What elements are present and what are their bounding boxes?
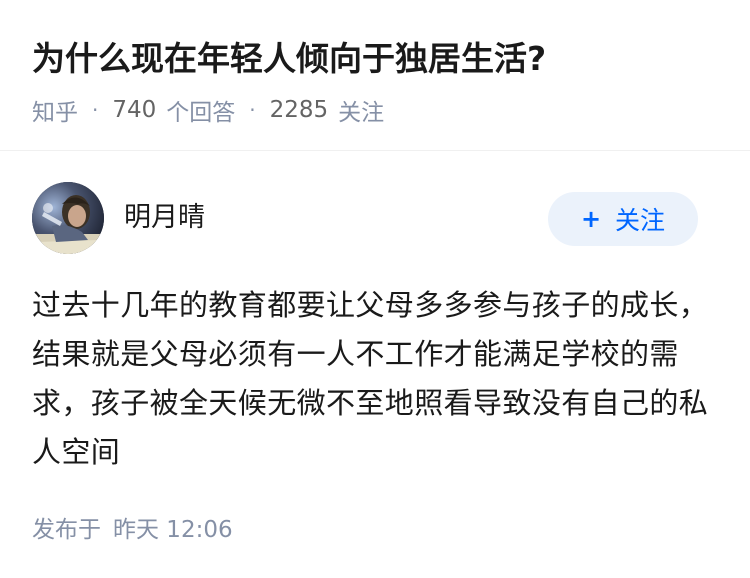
published-label: 发布于 [32,517,101,543]
answer-author-bar: 明月晴 + 关注 [0,180,750,260]
question-header: 为什么现在年轻人倾向于独居生活? 知乎 · 740 个回答 · 2285 关注 [0,0,750,151]
answer-count: 740 [112,97,157,123]
author-name[interactable]: 明月晴 [124,200,205,236]
dot-separator-icon: · [92,98,99,122]
avatar[interactable] [32,182,104,254]
plus-icon: + [580,205,602,233]
avatar-image [32,182,104,254]
question-title[interactable]: 为什么现在年轻人倾向于独居生活? [32,36,546,82]
question-meta: 知乎 · 740 个回答 · 2285 关注 [32,94,384,126]
answer-footer: 发布于 昨天 12:06 [32,510,233,544]
published-time: 昨天 12:06 [113,517,233,543]
answer-content[interactable]: 过去十几年的教育都要让父母多多参与孩子的成长，结果就是父母必须有一人不工作才能满… [32,281,712,477]
answer-count-label: 个回答 [166,100,236,126]
follow-button-label: 关注 [615,206,666,235]
follow-count-label: 关注 [338,100,385,126]
follow-count: 2285 [269,97,329,123]
source-label[interactable]: 知乎 [32,93,78,127]
dot-separator-icon: · [249,98,256,122]
follow-button[interactable]: + 关注 [548,192,698,246]
